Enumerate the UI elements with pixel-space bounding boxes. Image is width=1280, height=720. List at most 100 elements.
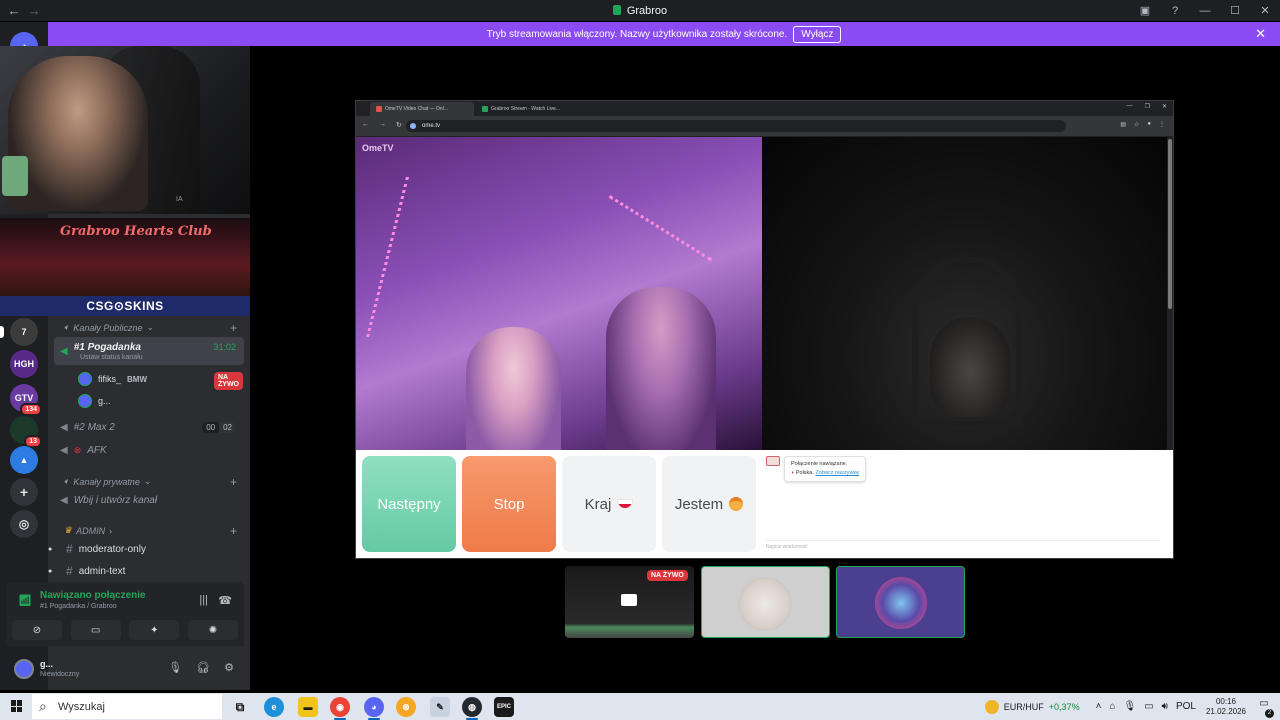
obs-icon[interactable]: ◍ (462, 697, 482, 720)
browser-toolbar: ← → ↻ ome.tv ▤ ☆ ● ⋮ (356, 116, 1173, 136)
voice-channel-create[interactable]: ◀︎ Wbij i utwórz kanał (54, 489, 244, 511)
windows-start-icon[interactable] (11, 700, 23, 712)
chrome-icon[interactable]: ◉ (330, 697, 350, 720)
create-channel-icon[interactable]: + (230, 475, 237, 489)
noise-suppression-icon[interactable]: ||| (199, 594, 208, 606)
microphone-icon[interactable]: 🎙︎ (168, 661, 182, 674)
minimize-button[interactable]: — (1190, 5, 1220, 17)
live-badge: NA ŻYWO (214, 372, 243, 390)
currency-icon (984, 699, 999, 714)
server-icon[interactable]: HGH (10, 350, 38, 378)
gender-button[interactable]: Jestem (662, 456, 756, 552)
voice-channel-path[interactable]: #1 Pogadanka / Grabroo (40, 603, 117, 610)
settings-gear-icon[interactable]: ⚙ (224, 661, 234, 674)
taskbar-search[interactable]: Wyszukaj (32, 694, 222, 719)
language-indicator[interactable]: POL (1176, 701, 1196, 712)
category-public[interactable]: 🔈︎ Kanały Publiczne ⌄ + (64, 321, 237, 335)
bookmark-star-icon[interactable]: ☆ (1134, 121, 1139, 128)
banner-title: Grabroo Hearts Club (60, 224, 212, 239)
epic-games-icon[interactable]: EPIC (494, 697, 514, 717)
inbox-icon[interactable]: ▣ (1130, 4, 1160, 17)
menu-icon[interactable]: ⋮ (1159, 121, 1165, 128)
server-icon[interactable]: 7 (0, 318, 38, 346)
window-title: Grabroo (0, 4, 1280, 17)
close-button[interactable]: ✕ (1250, 4, 1280, 17)
screen-share-button[interactable]: ▭ (70, 620, 121, 640)
crown-icon: ♛ (64, 525, 73, 535)
notepad-icon[interactable]: ✎ (430, 697, 450, 717)
add-server-icon[interactable]: + (10, 478, 38, 506)
stream-thumbnail[interactable]: NA ŻYWO (565, 566, 694, 638)
signal-icon[interactable]: 📶︎ (18, 594, 32, 607)
network-icon[interactable]: ⌂ (1109, 701, 1115, 712)
extension-icon[interactable]: ▤ (1120, 121, 1126, 128)
disable-streamer-mode-button[interactable]: Wyłącz (793, 25, 842, 43)
soundboard-button[interactable]: ✺ (187, 620, 238, 640)
text-channel-moderator[interactable]: ● # moderator-only (48, 538, 244, 560)
disconnect-icon[interactable]: ☎︎ (218, 594, 232, 607)
chevron-up-icon[interactable]: ˄ (1096, 701, 1102, 712)
help-icon[interactable]: ? (1160, 5, 1190, 17)
voice-user[interactable]: g... (78, 391, 111, 411)
stop-button[interactable]: Stop (462, 456, 556, 552)
country-button[interactable]: Kraj (562, 456, 656, 552)
task-view-icon[interactable]: ⧉ (230, 697, 250, 717)
camera-off-button[interactable]: ⊘ (12, 620, 62, 640)
edge-browser-icon[interactable]: e (264, 697, 284, 717)
message-input[interactable]: Napisz wiadomość (766, 540, 1161, 552)
close-icon[interactable]: ✕ (1255, 26, 1266, 42)
server-icon[interactable]: 13 (10, 416, 42, 448)
partner-person (606, 287, 716, 450)
activities-button[interactable]: ✦ (129, 620, 180, 640)
maximize-button[interactable]: ☐ (1220, 4, 1250, 17)
participant-tile[interactable] (701, 566, 830, 638)
volume-icon[interactable]: 🔊︎ (1162, 701, 1168, 712)
create-channel-icon[interactable]: + (230, 524, 237, 538)
participant-tile[interactable] (836, 566, 965, 638)
unread-indicator: ● (48, 545, 53, 553)
microphone-icon[interactable]: 🎙︎ (1123, 701, 1136, 712)
channel-status[interactable]: Ustaw status kanału (80, 354, 143, 361)
discord-app-icon[interactable]: ◕ (364, 697, 384, 720)
voice-channel-pogadanka[interactable]: ◀︎ #1 Pogadanka 31:02 Ustaw status kanał… (54, 337, 244, 365)
browser-tab-grabroo[interactable]: Grabroo Stream - Watch Live... (476, 102, 580, 116)
discover-icon[interactable]: ◎ (10, 510, 38, 538)
browser-tab-ometv[interactable]: OmeTV Video Chat — Onl... (370, 102, 474, 116)
restore-icon[interactable]: ❐ (1145, 103, 1150, 110)
voice-user[interactable]: fifiks_ BMW NA ŻYWO (78, 369, 243, 390)
close-icon[interactable]: ✕ (1162, 103, 1167, 110)
scrollbar[interactable] (1168, 139, 1172, 309)
forward-icon[interactable]: → (26, 3, 42, 18)
category-admin[interactable]: ♛ ADMIN › + (64, 524, 237, 538)
back-icon[interactable]: ← (362, 121, 369, 129)
minimize-icon[interactable]: — (1127, 103, 1133, 110)
next-button[interactable]: Następny (362, 456, 456, 552)
reload-icon[interactable]: ↻ (396, 121, 402, 129)
currency-widget[interactable]: EUR/HUF +0,37% (984, 699, 1080, 714)
voice-channel-afk[interactable]: ◀︎ ⊗ AFK (54, 439, 244, 461)
clock[interactable]: 00:16 21.02.2026 (1206, 697, 1246, 717)
file-explorer-icon[interactable]: ▬ (298, 697, 318, 717)
user-name[interactable]: g... (40, 659, 53, 669)
boy-emoji-icon (729, 497, 744, 511)
forward-icon[interactable]: → (379, 121, 386, 129)
app-icon[interactable]: ⊛ (396, 697, 416, 717)
headphones-icon[interactable]: 🎧︎ (196, 661, 210, 674)
sponsor-banner[interactable]: CSG⊙SKINS (0, 296, 250, 316)
server-icon[interactable]: GTV 134 (10, 384, 42, 416)
chevron-down-icon: ⌄ (146, 322, 154, 332)
back-icon[interactable]: ← (6, 3, 22, 18)
category-private[interactable]: 🔈︎ Kanały prywatne ⌄ + (64, 475, 237, 489)
address-bar[interactable]: ome.tv (406, 120, 1066, 132)
profile-icon[interactable]: ● (1147, 121, 1151, 128)
sticker-link[interactable]: Zobacz naszywkę (815, 470, 859, 476)
battery-icon[interactable]: ▭ (1144, 701, 1153, 712)
server-label: HGH (14, 359, 34, 369)
hash-icon: # (66, 542, 73, 556)
text-channel-admin[interactable]: ● # admin-text (48, 560, 244, 582)
notification-center-icon[interactable]: ▭ 2 (1254, 698, 1274, 718)
avatar[interactable] (14, 659, 34, 679)
voice-channel-max2[interactable]: ◀︎ #2 Max 2 00 02 (54, 416, 244, 438)
server-icon[interactable]: ▲ (10, 446, 38, 474)
create-channel-icon[interactable]: + (230, 321, 237, 335)
